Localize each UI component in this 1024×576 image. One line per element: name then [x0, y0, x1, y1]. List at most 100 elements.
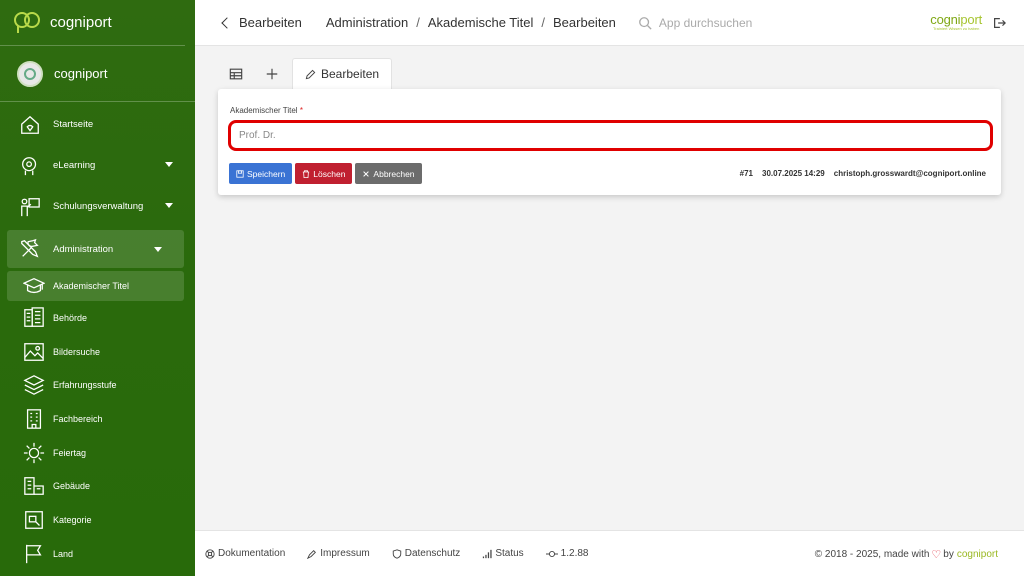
trash-icon [303, 169, 310, 178]
sidebar-item-akademischer-titel[interactable]: Akademischer Titel [7, 271, 184, 301]
chevron-down-icon [165, 162, 173, 167]
search-input[interactable]: App durchsuchen [638, 16, 752, 30]
save-button[interactable]: Speichern [229, 163, 293, 184]
heart-icon: ♡ [931, 549, 942, 561]
home-icon [18, 113, 42, 137]
sidebar-item-administration[interactable]: Administration [7, 230, 184, 268]
buildings-icon [22, 474, 46, 498]
cancel-button[interactable]: Abbrechen [355, 163, 422, 184]
sidebar-item-label: Akademischer Titel [53, 281, 130, 291]
shield-icon [392, 548, 401, 559]
training-icon [18, 195, 42, 219]
signal-icon [483, 549, 492, 558]
close-icon [363, 170, 370, 177]
breadcrumb-item[interactable]: Administration [326, 15, 408, 30]
sidebar-item-feiertag[interactable]: Feiertag [0, 436, 195, 470]
footer-brand-link[interactable]: cogniport [957, 549, 998, 560]
sidebar-item-label: Kategorie [53, 514, 92, 525]
pencil-icon [305, 69, 316, 79]
footer-imprint-link[interactable]: Impressum [307, 548, 370, 559]
footer-documentation-link[interactable]: Dokumentation [205, 548, 285, 559]
sidebar-item-bildersuche[interactable]: Bildersuche [0, 335, 195, 369]
sidebar-item-label: Gebäude [53, 481, 91, 492]
table-icon [229, 68, 243, 79]
avatar [17, 60, 43, 87]
plus-icon [266, 68, 278, 79]
record-meta: #71 30.07.2025 14:29 christoph.grossward… [731, 169, 986, 178]
top-bar: Bearbeiten Administration / Akademische … [195, 0, 1024, 46]
chevron-down-icon [154, 247, 162, 252]
title-field-highlight [228, 120, 993, 151]
sidebar-item-label: Land [53, 548, 74, 559]
search-icon [639, 16, 652, 30]
sidebar-brand-name: cogniport [50, 14, 112, 31]
record-id: #71 [739, 169, 754, 178]
tab-label: Bearbeiten [321, 67, 380, 81]
category-icon [22, 508, 46, 532]
tab-add[interactable] [254, 58, 290, 89]
form-actions: Speichern Löschen Abbrechen [229, 163, 425, 184]
delete-button[interactable]: Löschen [295, 163, 353, 184]
sidebar-brand[interactable]: cogniport [0, 0, 185, 46]
sun-icon [22, 441, 46, 465]
footer-privacy-link[interactable]: Datenschutz [392, 548, 460, 559]
sidebar-item-elearning[interactable]: eLearning [0, 145, 195, 186]
sidebar-item-gebaeude[interactable]: Gebäude [0, 469, 195, 503]
academic-title-input[interactable] [231, 123, 990, 148]
cogniport-logo-icon [14, 11, 40, 33]
sidebar-org[interactable]: cogniport [0, 46, 195, 102]
sidebar: cogniport cogniport Startseite eLearning… [0, 0, 195, 576]
back-label: Bearbeiten [239, 15, 302, 30]
sidebar-item-label: Schulungsverwaltung [53, 201, 144, 212]
sidebar-item-schulungsverwaltung[interactable]: Schulungsverwaltung [0, 186, 195, 227]
chevron-left-icon [221, 16, 233, 29]
sidebar-item-label: Startseite [53, 119, 94, 130]
sidebar-item-land[interactable]: Land [0, 537, 195, 571]
building-icon [22, 306, 46, 330]
breadcrumb-item: Bearbeiten [553, 15, 616, 30]
search-placeholder: App durchsuchen [658, 15, 753, 30]
sidebar-item-label: Behörde [53, 312, 88, 323]
office-icon [22, 407, 46, 431]
sidebar-org-name: cogniport [54, 66, 108, 81]
tab-bar: Bearbeiten [218, 58, 393, 89]
pen-icon [307, 549, 317, 559]
sidebar-item-behoerde[interactable]: Behörde [0, 301, 195, 335]
footer: Dokumentation Impressum Datenschutz Stat… [195, 530, 1024, 576]
commit-icon [545, 550, 558, 557]
footer-version: 1.2.88 [545, 548, 588, 559]
brand-tagline: Trainiert Wissen zu haben [932, 26, 980, 31]
sidebar-item-startseite[interactable]: Startseite [0, 104, 195, 145]
record-user: christoph.grosswardt@cogniport.online [833, 169, 986, 178]
tab-edit[interactable]: Bearbeiten [292, 58, 393, 89]
graduation-cap-icon [22, 274, 46, 298]
logout-icon[interactable] [992, 16, 1006, 30]
save-icon [236, 169, 244, 178]
breadcrumb: Administration / Akademische Titel / Bea… [325, 15, 616, 30]
chevron-down-icon [165, 203, 173, 208]
tab-list-view[interactable] [218, 58, 254, 89]
back-button[interactable]: Bearbeiten [221, 15, 302, 30]
sidebar-item-label: Erfahrungsstufe [53, 380, 117, 391]
footer-status-link[interactable]: Status [482, 548, 524, 559]
sidebar-item-label: eLearning [53, 160, 96, 171]
sidebar-item-label: Bildersuche [53, 346, 101, 357]
sidebar-item-kategorie[interactable]: Kategorie [0, 503, 195, 537]
sidebar-item-erfahrungsstufe[interactable]: Erfahrungsstufe [0, 368, 195, 402]
lifebuoy-icon [205, 548, 215, 559]
layers-icon [22, 373, 46, 397]
sidebar-nav: Startseite eLearning Schulungsverwaltung… [0, 102, 195, 571]
elearning-icon [18, 154, 42, 178]
field-label: Akademischer Titel * [230, 106, 303, 115]
sidebar-item-fachbereich[interactable]: Fachbereich [0, 402, 195, 436]
sidebar-item-label: Fachbereich [53, 413, 103, 424]
flag-icon [22, 542, 46, 566]
brand-logo: cogniport Trainiert Wissen zu haben [930, 12, 982, 31]
edit-form-card: Akademischer Titel * Speichern Löschen A… [218, 89, 1001, 195]
required-mark: * [299, 106, 303, 115]
breadcrumb-item[interactable]: Akademische Titel [428, 15, 534, 30]
image-icon [22, 340, 46, 364]
footer-copyright: © 2018 - 2025, made with ♡ by cogniport [814, 549, 998, 561]
tools-icon [18, 237, 42, 261]
sidebar-item-label: Administration [53, 243, 114, 255]
